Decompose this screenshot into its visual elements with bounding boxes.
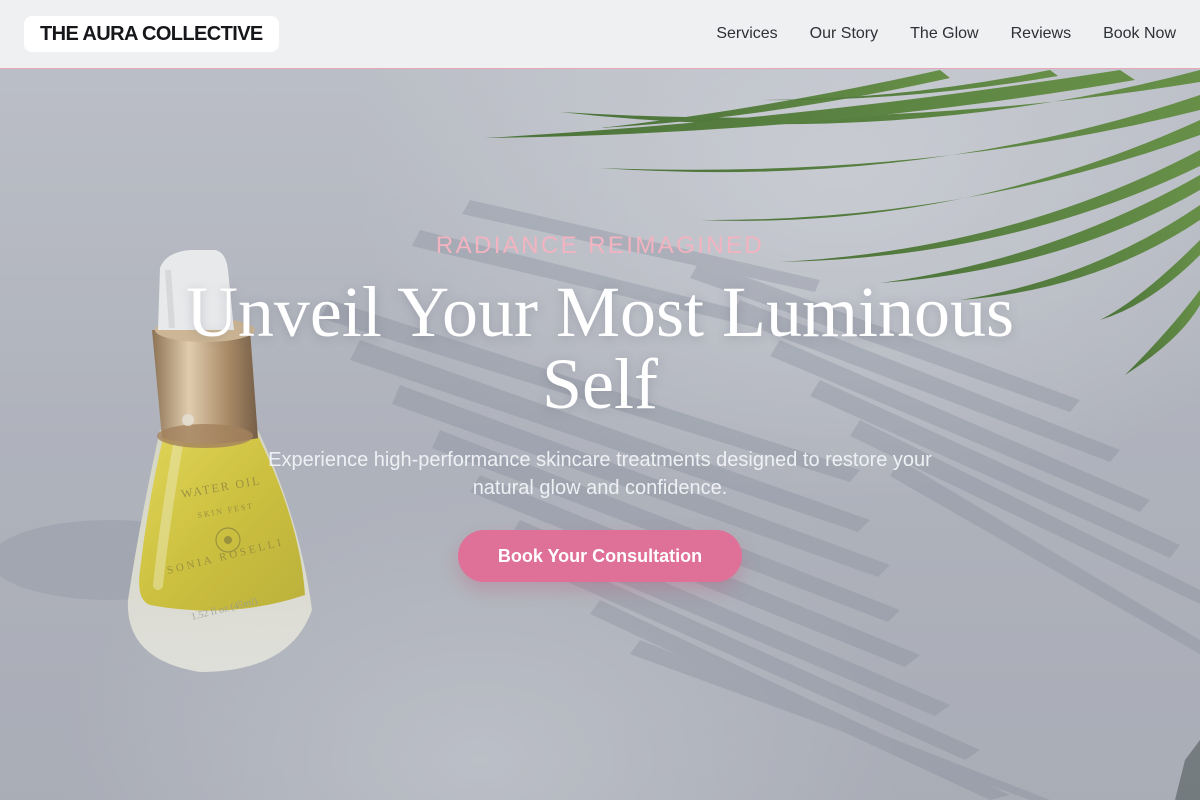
- nav-link-reviews[interactable]: Reviews: [1011, 25, 1071, 43]
- nav-menu: Services Our Story The Glow Reviews Book…: [716, 25, 1176, 43]
- nav-link-our-story[interactable]: Our Story: [810, 25, 878, 43]
- hero-headline-line-1: Unveil Your Most Luminous: [185, 272, 1015, 352]
- nav-link-services[interactable]: Services: [716, 25, 777, 43]
- hero-subtitle-line-2: natural glow and confidence.: [472, 477, 728, 499]
- nav-link-the-glow[interactable]: The Glow: [910, 25, 978, 43]
- hero-subtitle: Experience high-performance skincare tre…: [250, 446, 950, 502]
- book-consultation-button[interactable]: Book Your Consultation: [458, 530, 742, 582]
- top-navigation: THE AURA COLLECTIVE Services Our Story T…: [0, 0, 1200, 69]
- hero-headline-line-2: Self: [542, 344, 658, 424]
- nav-link-book-now[interactable]: Book Now: [1103, 25, 1176, 43]
- brand-logo[interactable]: THE AURA COLLECTIVE: [24, 16, 279, 52]
- hero-headline: Unveil Your Most Luminous Self: [150, 276, 1050, 420]
- hero-subtitle-line-1: Experience high-performance skincare tre…: [268, 449, 932, 471]
- hero-eyebrow: RADIANCE REIMAGINED: [435, 232, 765, 259]
